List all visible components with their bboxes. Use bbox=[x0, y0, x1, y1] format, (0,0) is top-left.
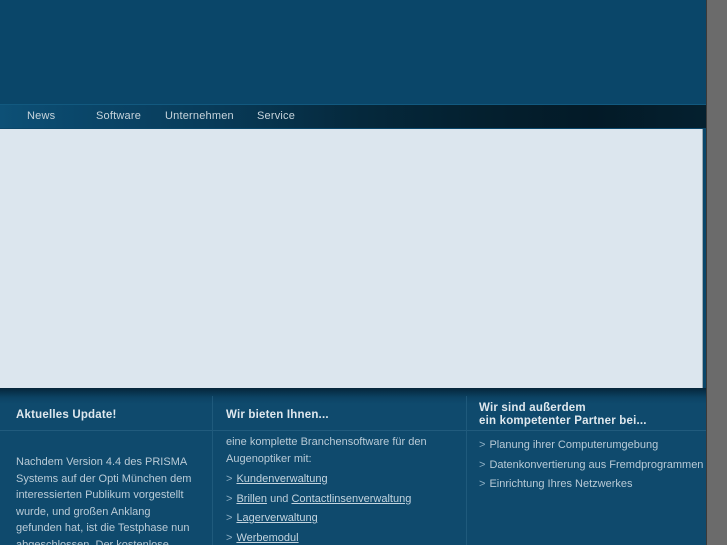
footer-column-offer: Wir bieten Ihnen... eine komplette Branc… bbox=[213, 388, 466, 545]
footer-heading-offer: Wir bieten Ihnen... bbox=[226, 409, 329, 421]
footer-update-text: Nachdem Version 4.4 des PRISMA Systems a… bbox=[16, 456, 192, 545]
footer-offer-intro: eine komplette Branchensoftware für den … bbox=[226, 436, 427, 465]
footer-heading-rule-3 bbox=[467, 430, 706, 431]
footer-offer-list: > Kundenverwaltung > Brillen und Contactlin… bbox=[226, 470, 464, 545]
footer-offer-link[interactable]: Contactlinsenverwaltung bbox=[291, 493, 411, 505]
nav-item-service[interactable]: Service bbox=[257, 108, 295, 125]
list-marker-icon: > bbox=[479, 439, 486, 451]
footer-partner-label: Einrichtung Ihres Netzwerkes bbox=[489, 478, 633, 490]
navigation-items: News Software Unternehmen Service bbox=[0, 105, 706, 129]
footer-offer-item: > Lagerverwaltung bbox=[226, 509, 464, 529]
footer-partner-label: Datenkonvertierung aus Fremdprogrammen bbox=[489, 458, 704, 471]
footer-column-update: Aktuelles Update! Nachdem Version 4.4 de… bbox=[0, 388, 212, 545]
footer-heading-rule-2 bbox=[213, 430, 466, 431]
footer-offer-conjunction: und bbox=[267, 492, 292, 505]
site-footer: Aktuelles Update! Nachdem Version 4.4 de… bbox=[0, 388, 706, 545]
nav-item-unternehmen[interactable]: Unternehmen bbox=[165, 108, 234, 125]
footer-heading-partner-line1: Wir sind außerdem bbox=[479, 402, 586, 414]
footer-offer-link[interactable]: Werbemodul bbox=[236, 532, 298, 544]
page-root: News Software Unternehmen Service Aktuel… bbox=[0, 0, 727, 545]
footer-partner-list: > Planung ihrer Computerumgebung > Datenkon… bbox=[479, 436, 705, 495]
list-marker-icon: > bbox=[226, 512, 233, 524]
footer-partner-item: > Einrichtung Ihres Netzwerkes bbox=[479, 475, 705, 495]
footer-heading-update: Aktuelles Update! bbox=[16, 409, 117, 421]
footer-offer-link[interactable]: Kundenverwaltung bbox=[236, 473, 327, 485]
list-marker-icon: > bbox=[479, 478, 486, 490]
site-header-banner bbox=[0, 0, 706, 104]
footer-partner-item: > Datenkonvertierung aus Fremdprogrammen bbox=[479, 456, 705, 476]
list-marker-icon: > bbox=[479, 458, 486, 471]
footer-offer-item: > Werbemodul bbox=[226, 529, 464, 545]
footer-heading-rule-1 bbox=[0, 430, 212, 431]
list-marker-icon: > bbox=[226, 531, 233, 544]
browser-viewport: News Software Unternehmen Service Aktuel… bbox=[0, 0, 706, 545]
nav-item-software[interactable]: Software bbox=[96, 108, 141, 125]
vertical-scrollbar[interactable] bbox=[706, 0, 727, 545]
footer-heading-partner: Wir sind außerdem ein kompetenter Partne… bbox=[479, 402, 647, 428]
footer-partner-item: > Planung ihrer Computerumgebung bbox=[479, 436, 705, 456]
footer-offer-item: > Brillen und Contactlinsenverwaltung bbox=[226, 490, 464, 510]
footer-offer-item: > Kundenverwaltung bbox=[226, 470, 464, 490]
main-navigation-bar: News Software Unternehmen Service bbox=[0, 104, 706, 128]
nav-item-news[interactable]: News bbox=[27, 108, 55, 125]
footer-column-partner: Wir sind außerdem ein kompetenter Partne… bbox=[467, 388, 706, 545]
footer-offer-link[interactable]: Lagerverwaltung bbox=[236, 512, 317, 524]
footer-offer-link[interactable]: Brillen bbox=[236, 493, 267, 505]
list-marker-icon: > bbox=[226, 492, 233, 505]
main-content-area bbox=[0, 129, 703, 388]
list-marker-icon: > bbox=[226, 473, 233, 485]
footer-heading-partner-line2: ein kompetenter Partner bei... bbox=[479, 415, 647, 427]
footer-partner-label: Planung ihrer Computerumgebung bbox=[489, 439, 659, 451]
